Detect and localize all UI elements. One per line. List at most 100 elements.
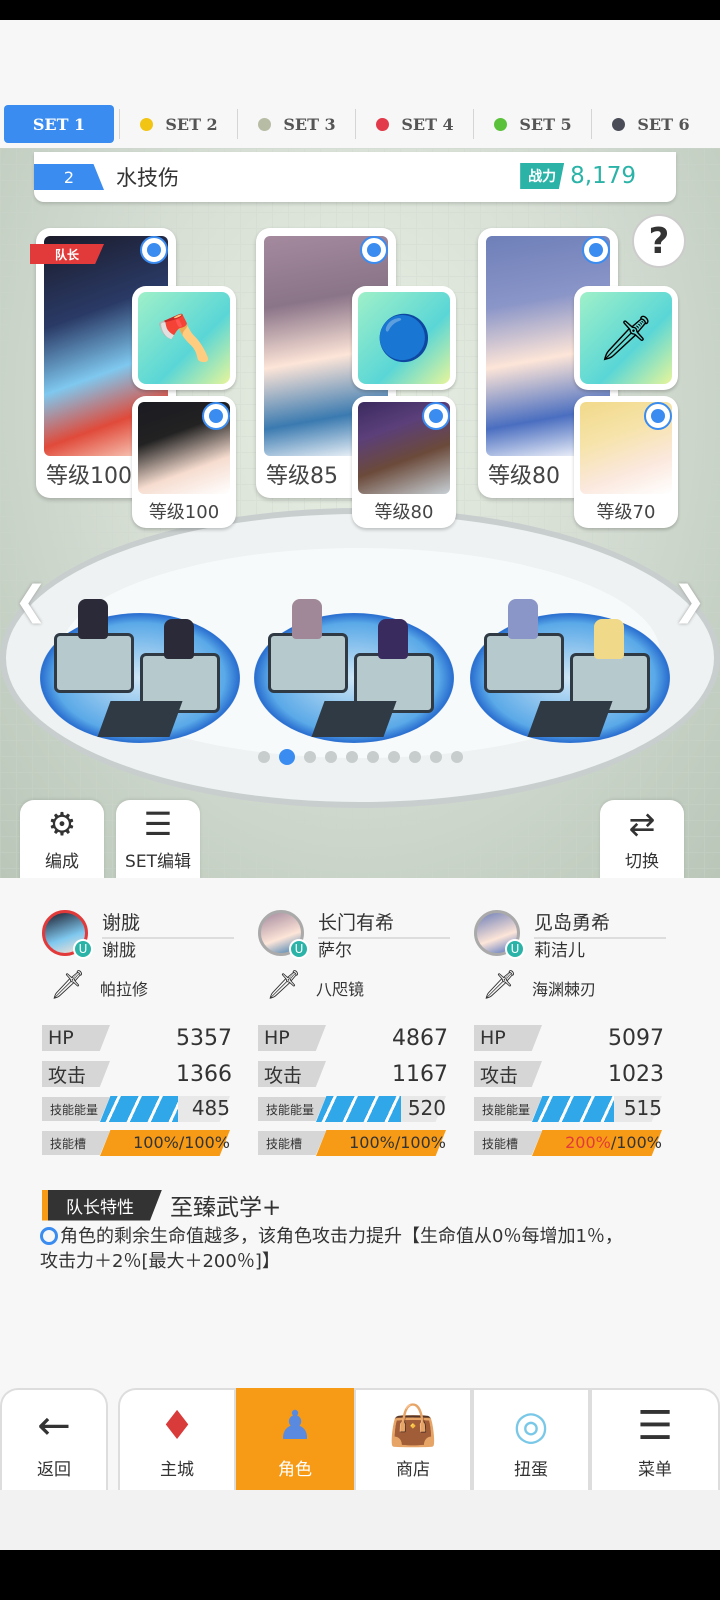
weapon-type-icon: 🗡 — [266, 968, 302, 1001]
select-radio-icon[interactable] — [202, 402, 230, 430]
percent-sign: % — [430, 1133, 446, 1152]
nav-menu[interactable]: ☰ 菜单 — [590, 1388, 720, 1490]
weapon-pad — [527, 701, 613, 737]
select-radio-icon[interactable] — [582, 236, 610, 264]
avatar: U — [474, 910, 525, 959]
team-number: 2 — [34, 164, 104, 190]
stat-label: 攻击 — [258, 1061, 326, 1087]
formation-gear-icon: ⚙ — [47, 805, 77, 843]
set-edit-button[interactable]: ☰ SET编辑 — [116, 800, 200, 878]
page-dot[interactable] — [324, 751, 337, 763]
unit-sprite — [378, 619, 408, 659]
stat-label: HP — [474, 1025, 542, 1051]
stat-value: 5097 — [608, 1025, 664, 1051]
top-spacer — [0, 20, 720, 100]
tab-label: SET 4 — [401, 114, 454, 134]
weapon-slot-3[interactable]: 🗡 — [574, 286, 678, 390]
bar-label: 技能槽 — [474, 1131, 542, 1155]
support-slot-2[interactable]: 等级80 — [352, 396, 456, 528]
character-level: 等级80 — [484, 458, 564, 490]
team-header[interactable]: 2 水技伤 战力 8,179 — [34, 152, 676, 202]
prev-team-arrow-icon[interactable]: ❮ — [14, 578, 48, 624]
select-radio-icon[interactable] — [422, 402, 450, 430]
tab-set-3[interactable]: SET 3 — [237, 105, 356, 143]
swap-arrows-icon: ⇄ — [628, 805, 656, 843]
formation-label: 编成 — [45, 852, 79, 872]
weapon-name: 八咫镜 — [316, 980, 365, 999]
tab-set-2[interactable]: SET 2 — [119, 105, 238, 143]
tab-set-4[interactable]: SET 4 — [355, 105, 474, 143]
nav-shop[interactable]: 👜 商店 — [354, 1388, 472, 1490]
blade-weapon-icon: 🗡 — [580, 292, 672, 384]
page-indicator — [0, 749, 720, 765]
nav-gacha[interactable]: ◎ 扭蛋 — [472, 1388, 590, 1490]
leader-trait-name: 至臻武学+ — [170, 1195, 282, 1221]
formation-button[interactable]: ⚙ 编成 — [20, 800, 104, 878]
bar-value: 515 — [623, 1096, 662, 1120]
tab-label: SET 1 — [32, 114, 86, 134]
page-dot[interactable] — [345, 751, 358, 763]
team-power: 战力 8,179 — [520, 163, 636, 189]
support-level: 等级100 — [148, 502, 220, 523]
set-color-dot-icon — [612, 117, 626, 131]
page-dot[interactable] — [450, 751, 463, 763]
select-radio-icon[interactable] — [140, 236, 168, 264]
nav-label: 主城 — [160, 1460, 194, 1480]
page-dot[interactable] — [366, 751, 379, 763]
support-badge-icon: U — [73, 939, 93, 959]
character-name: 长门有希 — [318, 908, 450, 939]
help-button[interactable]: ? — [632, 214, 686, 268]
attack-stat: 攻击 1023 — [474, 1060, 664, 1088]
bar-value: 100%/100% — [349, 1133, 446, 1152]
support-badge-icon: U — [505, 939, 525, 959]
support-slot-1[interactable]: 等级100 — [132, 396, 236, 528]
hp-stat: HP 4867 — [258, 1024, 448, 1052]
stat-label: HP — [258, 1025, 326, 1051]
percent-sign: % — [163, 1133, 179, 1152]
nav-castle[interactable]: ♦ 主城 — [118, 1388, 236, 1490]
weapon-slot-2[interactable]: 🔵 — [352, 286, 456, 390]
switch-button[interactable]: ⇄ 切换 — [600, 800, 684, 878]
select-radio-icon[interactable] — [644, 402, 672, 430]
bar-label: 技能能量 — [474, 1097, 542, 1121]
page-dot[interactable] — [303, 751, 316, 763]
shop-icon: 👜 — [388, 1403, 438, 1449]
nav-character[interactable]: ♟ 角色 — [236, 1388, 354, 1490]
stat-value: 5357 — [176, 1025, 232, 1051]
nav-label: 返回 — [37, 1460, 71, 1480]
leader-trait-label: 队长特性 — [42, 1189, 162, 1221]
unit-base-2 — [254, 599, 454, 743]
hp-stat: HP 5097 — [474, 1024, 664, 1052]
bar-label: 技能能量 — [258, 1097, 326, 1121]
menu-icon: ☰ — [637, 1403, 673, 1449]
tab-set-5[interactable]: SET 5 — [473, 105, 592, 143]
support-slot-3[interactable]: 等级70 — [574, 396, 678, 528]
select-radio-icon[interactable] — [360, 236, 388, 264]
page-dot-active[interactable] — [278, 749, 295, 765]
status-bar — [0, 0, 720, 20]
set-color-dot-icon — [376, 117, 390, 131]
skill-energy-bar: 技能能量 485 — [42, 1096, 232, 1122]
nav-back[interactable]: ← 返回 — [0, 1388, 108, 1490]
formation-field: 2 水技伤 战力 8,179 ? 队长 等级100 🪓 等级100 等级85 🔵… — [0, 148, 720, 878]
character-level: 等级100 — [42, 458, 136, 490]
character-name: 见岛勇希 — [534, 908, 666, 939]
weapon-name: 帕拉修 — [100, 980, 149, 999]
leader-trait-text: 角色的剩余生命值越多，该角色攻击力提升【生命值从0％每增加1％，攻击力＋2％[最… — [40, 1226, 623, 1272]
stat-label: 攻击 — [474, 1061, 542, 1087]
tab-label: SET 5 — [519, 114, 572, 134]
bar-label: 技能槽 — [42, 1131, 110, 1155]
stat-value: 1023 — [608, 1061, 664, 1087]
page-dot[interactable] — [408, 751, 421, 763]
page-dot[interactable] — [257, 751, 270, 763]
tab-label: SET 6 — [637, 114, 690, 134]
weapon-slot-1[interactable]: 🪓 — [132, 286, 236, 390]
support-name: 莉洁儿 — [534, 941, 585, 961]
slot-current: 100 — [349, 1133, 380, 1152]
page-dot[interactable] — [429, 751, 442, 763]
next-team-arrow-icon[interactable]: ❯ — [672, 578, 706, 624]
page-dot[interactable] — [387, 751, 400, 763]
tab-set-1[interactable]: SET 1 — [4, 105, 114, 143]
tab-set-6[interactable]: SET 6 — [591, 105, 710, 143]
stat-value: 1366 — [176, 1061, 232, 1087]
